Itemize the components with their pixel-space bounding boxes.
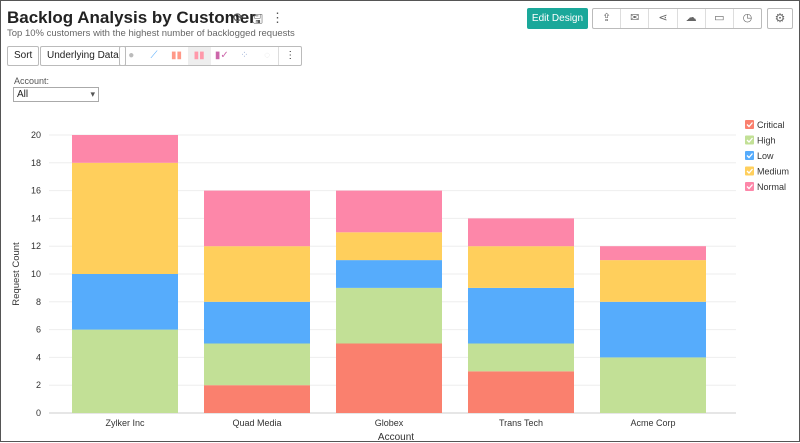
legend-swatch[interactable] (745, 166, 754, 176)
bar-segment-low (600, 301, 706, 358)
x-tick-label: Acme Corp (630, 418, 675, 428)
y-tick-label: 2 (36, 380, 41, 390)
bar-segment-critical (336, 343, 442, 413)
y-tick-label: 0 (36, 408, 41, 418)
legend-label[interactable]: Normal (757, 182, 786, 192)
legend-swatch[interactable] (745, 120, 754, 129)
bar-segment-high (336, 287, 442, 344)
legend-label[interactable]: Low (757, 151, 774, 161)
stacked-bar-chart: 0 2 4 6 8 10 12 14 16 18 20 Zylker Inc Quad Media Glo… (11, 120, 789, 443)
legend-swatch[interactable] (745, 182, 754, 191)
y-tick-label: 8 (36, 297, 41, 307)
y-tick-label: 18 (31, 158, 41, 168)
bar-segment-normal (72, 135, 178, 163)
legend-label[interactable]: Medium (757, 167, 789, 177)
x-axis-title: Account (378, 432, 414, 443)
y-tick-label: 10 (31, 269, 41, 279)
legend-swatch[interactable] (745, 151, 754, 160)
y-axis-title: Request Count (11, 242, 22, 306)
bar-segment-normal (336, 190, 442, 233)
x-tick-label: Zylker Inc (105, 418, 145, 428)
bar-segment-high (468, 343, 574, 372)
bar-segment-normal (204, 190, 310, 247)
y-tick-label: 20 (31, 130, 41, 140)
x-tick-label: Trans Tech (499, 418, 543, 428)
bar-segment-medium (72, 162, 178, 274)
bar-segment-high (204, 343, 310, 386)
bar-segment-normal (600, 246, 706, 261)
y-tick-label: 16 (31, 186, 41, 196)
bar-segment-low (336, 260, 442, 288)
bar-segment-low (72, 274, 178, 330)
bar-segment-low (204, 301, 310, 344)
bar-segment-high (600, 357, 706, 413)
x-tick-label: Globex (375, 418, 404, 428)
bar-segment-low (468, 287, 574, 344)
legend-label[interactable]: Critical (757, 120, 785, 130)
bar-segment-critical (204, 385, 310, 413)
legend-label[interactable]: High (757, 136, 776, 146)
bar-segment-medium (600, 260, 706, 302)
y-tick-label: 6 (36, 325, 41, 335)
bar-segment-medium (336, 232, 442, 261)
legend-swatch[interactable] (745, 135, 754, 145)
bar-segment-medium (204, 246, 310, 302)
bar-segment-high (72, 329, 178, 413)
bar-segment-normal (468, 218, 574, 247)
bar-segment-critical (468, 371, 574, 413)
bar-segment-medium (468, 246, 574, 288)
y-tick-label: 12 (31, 241, 41, 251)
y-tick-label: 4 (36, 352, 41, 362)
x-tick-label: Quad Media (232, 418, 281, 428)
y-tick-label: 14 (31, 213, 41, 223)
